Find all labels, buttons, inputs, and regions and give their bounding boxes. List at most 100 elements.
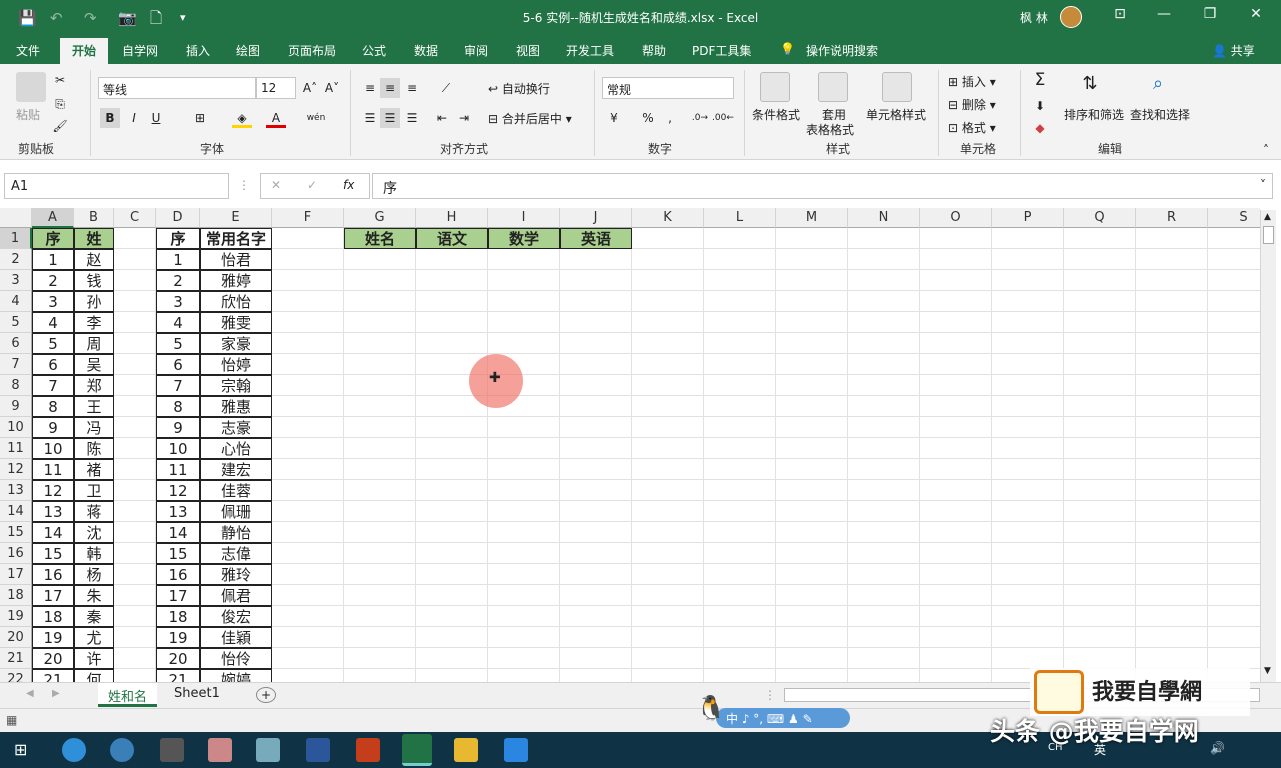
- cell-k13[interactable]: [632, 480, 704, 501]
- cell-q21[interactable]: [1064, 648, 1136, 669]
- cell-r11[interactable]: [1136, 438, 1208, 459]
- cell-a7[interactable]: 6: [32, 354, 74, 375]
- cell-d8[interactable]: 7: [156, 375, 200, 396]
- cell-d6[interactable]: 5: [156, 333, 200, 354]
- align-middle-icon[interactable]: ≡: [380, 78, 400, 98]
- cell-o11[interactable]: [920, 438, 992, 459]
- cell-q1[interactable]: [1064, 228, 1136, 249]
- cell-d15[interactable]: 14: [156, 522, 200, 543]
- percent-button[interactable]: %: [638, 108, 658, 128]
- find-select-icon[interactable]: ⌕: [1148, 74, 1168, 94]
- border-icon[interactable]: ⊞: [190, 108, 210, 128]
- cell-m11[interactable]: [776, 438, 848, 459]
- cell-i16[interactable]: [488, 543, 560, 564]
- cell-e8[interactable]: 宗翰: [200, 375, 272, 396]
- cell-o21[interactable]: [920, 648, 992, 669]
- column-header-f[interactable]: F: [272, 208, 344, 228]
- cell-e20[interactable]: 佳穎: [200, 627, 272, 648]
- cell-c9[interactable]: [114, 396, 156, 417]
- cell-b4[interactable]: 孙: [74, 291, 114, 312]
- cell-m19[interactable]: [776, 606, 848, 627]
- calculator-icon[interactable]: [160, 738, 184, 762]
- column-header-n[interactable]: N: [848, 208, 920, 228]
- cell-r7[interactable]: [1136, 354, 1208, 375]
- tell-me-search[interactable]: 操作说明搜索: [806, 42, 878, 59]
- column-header-g[interactable]: G: [344, 208, 416, 228]
- cell-m21[interactable]: [776, 648, 848, 669]
- close-button[interactable]: ✕: [1244, 6, 1268, 22]
- cell-r2[interactable]: [1136, 249, 1208, 270]
- cell-n14[interactable]: [848, 501, 920, 522]
- cell-f12[interactable]: [272, 459, 344, 480]
- cell-b14[interactable]: 蒋: [74, 501, 114, 522]
- row-header-9[interactable]: 9: [0, 396, 32, 417]
- cell-i22[interactable]: [488, 669, 560, 682]
- tab-file[interactable]: 文件: [16, 42, 40, 59]
- row-header-13[interactable]: 13: [0, 480, 32, 501]
- underline-button[interactable]: U: [146, 108, 166, 128]
- cell-n8[interactable]: [848, 375, 920, 396]
- cell-h2[interactable]: [416, 249, 488, 270]
- cell-s18[interactable]: [1208, 585, 1260, 606]
- row-header-16[interactable]: 16: [0, 543, 32, 564]
- cell-j7[interactable]: [560, 354, 632, 375]
- cell-s17[interactable]: [1208, 564, 1260, 585]
- tab-developer[interactable]: 开发工具: [566, 42, 614, 59]
- cell-h11[interactable]: [416, 438, 488, 459]
- cell-l22[interactable]: [704, 669, 776, 682]
- cell-b18[interactable]: 朱: [74, 585, 114, 606]
- cell-j16[interactable]: [560, 543, 632, 564]
- column-header-m[interactable]: M: [776, 208, 848, 228]
- cell-g21[interactable]: [344, 648, 416, 669]
- cell-d10[interactable]: 9: [156, 417, 200, 438]
- cell-i12[interactable]: [488, 459, 560, 480]
- cell-f11[interactable]: [272, 438, 344, 459]
- conditional-format-icon[interactable]: [760, 72, 790, 102]
- word-icon[interactable]: [306, 738, 330, 762]
- cell-p1[interactable]: [992, 228, 1064, 249]
- worksheet-grid[interactable]: A B C D E F G H I J K L M N O P Q R S 1 序姓序常用名字 姓名 语文 数学 英语 2 1 赵 1 怡…: [0, 208, 1260, 682]
- cell-l15[interactable]: [704, 522, 776, 543]
- cell-o16[interactable]: [920, 543, 992, 564]
- row-header-8[interactable]: 8: [0, 375, 32, 396]
- cell-j11[interactable]: [560, 438, 632, 459]
- cell-f17[interactable]: [272, 564, 344, 585]
- cell-k11[interactable]: [632, 438, 704, 459]
- cell-s5[interactable]: [1208, 312, 1260, 333]
- cell-f21[interactable]: [272, 648, 344, 669]
- cell-o4[interactable]: [920, 291, 992, 312]
- collapse-ribbon-icon[interactable]: ˄: [1256, 140, 1276, 160]
- cell-j6[interactable]: [560, 333, 632, 354]
- cell-s2[interactable]: [1208, 249, 1260, 270]
- cell-o10[interactable]: [920, 417, 992, 438]
- tab-review[interactable]: 审阅: [464, 42, 488, 59]
- cell-i3[interactable]: [488, 270, 560, 291]
- cell-e6[interactable]: 家豪: [200, 333, 272, 354]
- cell-q10[interactable]: [1064, 417, 1136, 438]
- cell-r3[interactable]: [1136, 270, 1208, 291]
- cell-j3[interactable]: [560, 270, 632, 291]
- cell-n20[interactable]: [848, 627, 920, 648]
- align-center-icon[interactable]: ☰: [380, 108, 400, 128]
- cell-m12[interactable]: [776, 459, 848, 480]
- cell-h14[interactable]: [416, 501, 488, 522]
- cell-j14[interactable]: [560, 501, 632, 522]
- cell-d2[interactable]: 1: [156, 249, 200, 270]
- windows-start-icon[interactable]: ⊞: [14, 740, 27, 759]
- cell-c11[interactable]: [114, 438, 156, 459]
- cell-a8[interactable]: 7: [32, 375, 74, 396]
- cell-f6[interactable]: [272, 333, 344, 354]
- next-sheet-icon[interactable]: ▶: [52, 688, 60, 699]
- cell-o22[interactable]: [920, 669, 992, 682]
- cell-e10[interactable]: 志豪: [200, 417, 272, 438]
- cell-o15[interactable]: [920, 522, 992, 543]
- cell-q6[interactable]: [1064, 333, 1136, 354]
- cell-i19[interactable]: [488, 606, 560, 627]
- cell-i11[interactable]: [488, 438, 560, 459]
- cell-d19[interactable]: 18: [156, 606, 200, 627]
- cell-g17[interactable]: [344, 564, 416, 585]
- merge-center-button[interactable]: ⊟ 合并后居中 ▾: [488, 110, 572, 127]
- cell-s14[interactable]: [1208, 501, 1260, 522]
- notes-icon[interactable]: [256, 738, 280, 762]
- italic-button[interactable]: I: [124, 108, 144, 128]
